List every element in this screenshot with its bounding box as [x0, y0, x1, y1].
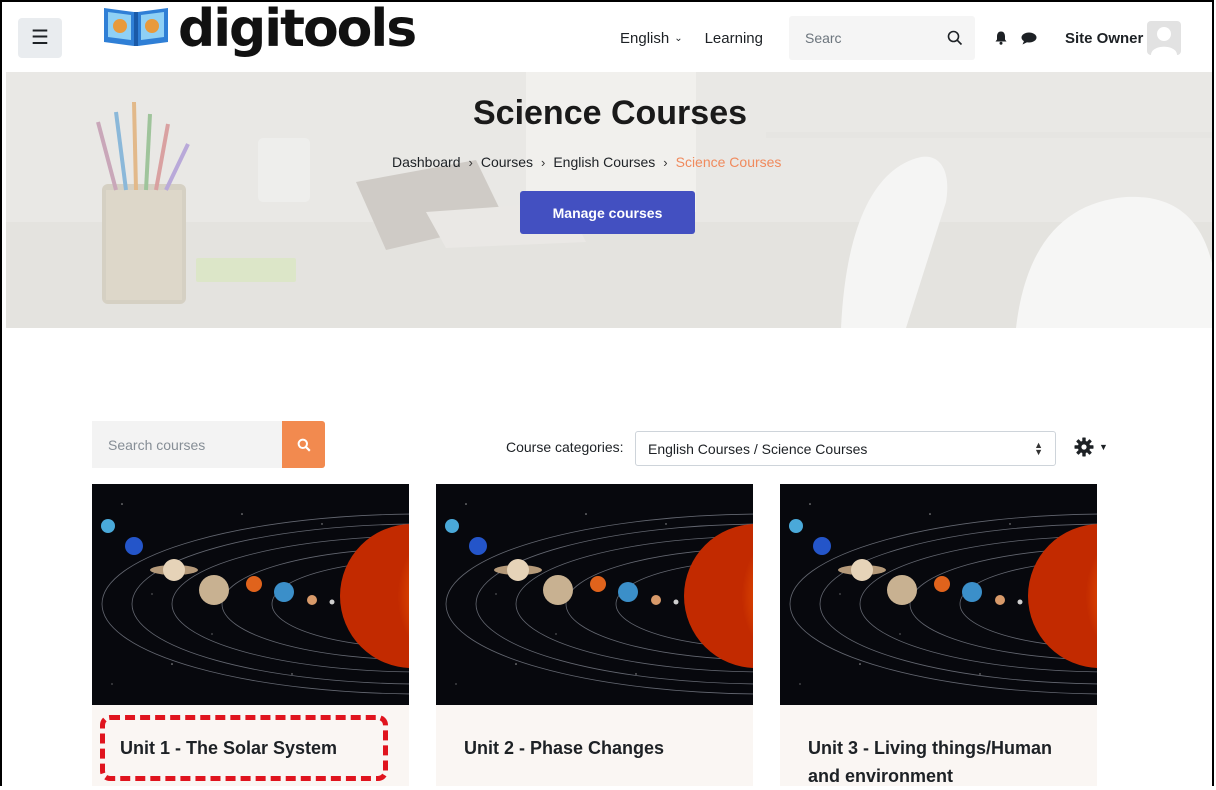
course-card[interactable]: Unit 1 - The Solar System: [92, 484, 409, 786]
gear-icon: [1074, 437, 1094, 457]
course-card[interactable]: Unit 2 - Phase Changes: [436, 484, 753, 786]
book-logo-icon: [104, 8, 168, 46]
learning-link[interactable]: Learning: [705, 30, 763, 47]
chevron-down-icon: ⌄: [674, 32, 683, 44]
breadcrumb-current: Science Courses: [675, 154, 782, 170]
site-logo[interactable]: digitools: [100, 0, 417, 72]
course-categories-label: Course categories:: [506, 439, 624, 455]
site-search-input[interactable]: [802, 29, 927, 47]
chevron-right-icon: ›: [468, 154, 473, 170]
hamburger-icon: ☰: [31, 27, 49, 49]
caret-down-icon: ▼: [1099, 442, 1108, 452]
chevron-right-icon: ›: [663, 154, 668, 170]
course-search-input[interactable]: [106, 435, 280, 454]
breadcrumb-english-courses[interactable]: English Courses: [553, 154, 655, 170]
course-card[interactable]: Unit 3 - Living things/Human and environ…: [780, 484, 1097, 786]
bell-icon[interactable]: [995, 31, 1007, 45]
user-name[interactable]: Site Owner: [1065, 30, 1143, 47]
course-categories-select[interactable]: English Courses / Science Courses ▲ ▼: [635, 431, 1056, 466]
breadcrumb-dashboard[interactable]: Dashboard: [392, 154, 461, 170]
avatar[interactable]: [1147, 21, 1182, 55]
search-icon: [297, 438, 311, 452]
page-header-banner: Science Courses Dashboard › Courses › En…: [6, 72, 1214, 328]
category-selected-value: English Courses / Science Courses: [648, 440, 868, 457]
menu-toggle-button[interactable]: ☰: [18, 18, 62, 58]
navbar-right: English ⌄ Learning Site Owner: [620, 16, 1182, 60]
logo-wordmark: digitools: [178, 0, 417, 59]
select-arrows-icon: ▲ ▼: [1034, 439, 1043, 457]
chevron-right-icon: ›: [540, 154, 546, 170]
course-title[interactable]: Unit 2 - Phase Changes: [464, 734, 734, 762]
site-search: [788, 16, 975, 60]
course-title[interactable]: Unit 3 - Living things/Human and environ…: [808, 734, 1078, 790]
page-title: Science Courses: [472, 94, 748, 132]
search-icon[interactable]: [947, 30, 963, 46]
course-image-living-things: [780, 484, 1097, 705]
breadcrumb-courses[interactable]: Courses: [481, 154, 533, 170]
settings-menu[interactable]: ▼: [1074, 437, 1108, 457]
chat-icon[interactable]: [1021, 32, 1037, 45]
language-label: English: [620, 29, 670, 47]
course-search-button[interactable]: [282, 421, 325, 468]
manage-courses-button[interactable]: Manage courses: [520, 191, 695, 234]
breadcrumb: Dashboard › Courses › English Courses › …: [392, 154, 781, 170]
top-navbar: ☰ digitools English ⌄ Learning Searc Sit…: [0, 0, 1216, 72]
course-search-field: [92, 421, 282, 468]
language-menu[interactable]: English ⌄: [620, 30, 683, 47]
course-title[interactable]: Unit 1 - The Solar System: [120, 734, 390, 762]
course-image-phase-changes: [436, 484, 753, 705]
course-image-solar-system: [92, 484, 409, 705]
